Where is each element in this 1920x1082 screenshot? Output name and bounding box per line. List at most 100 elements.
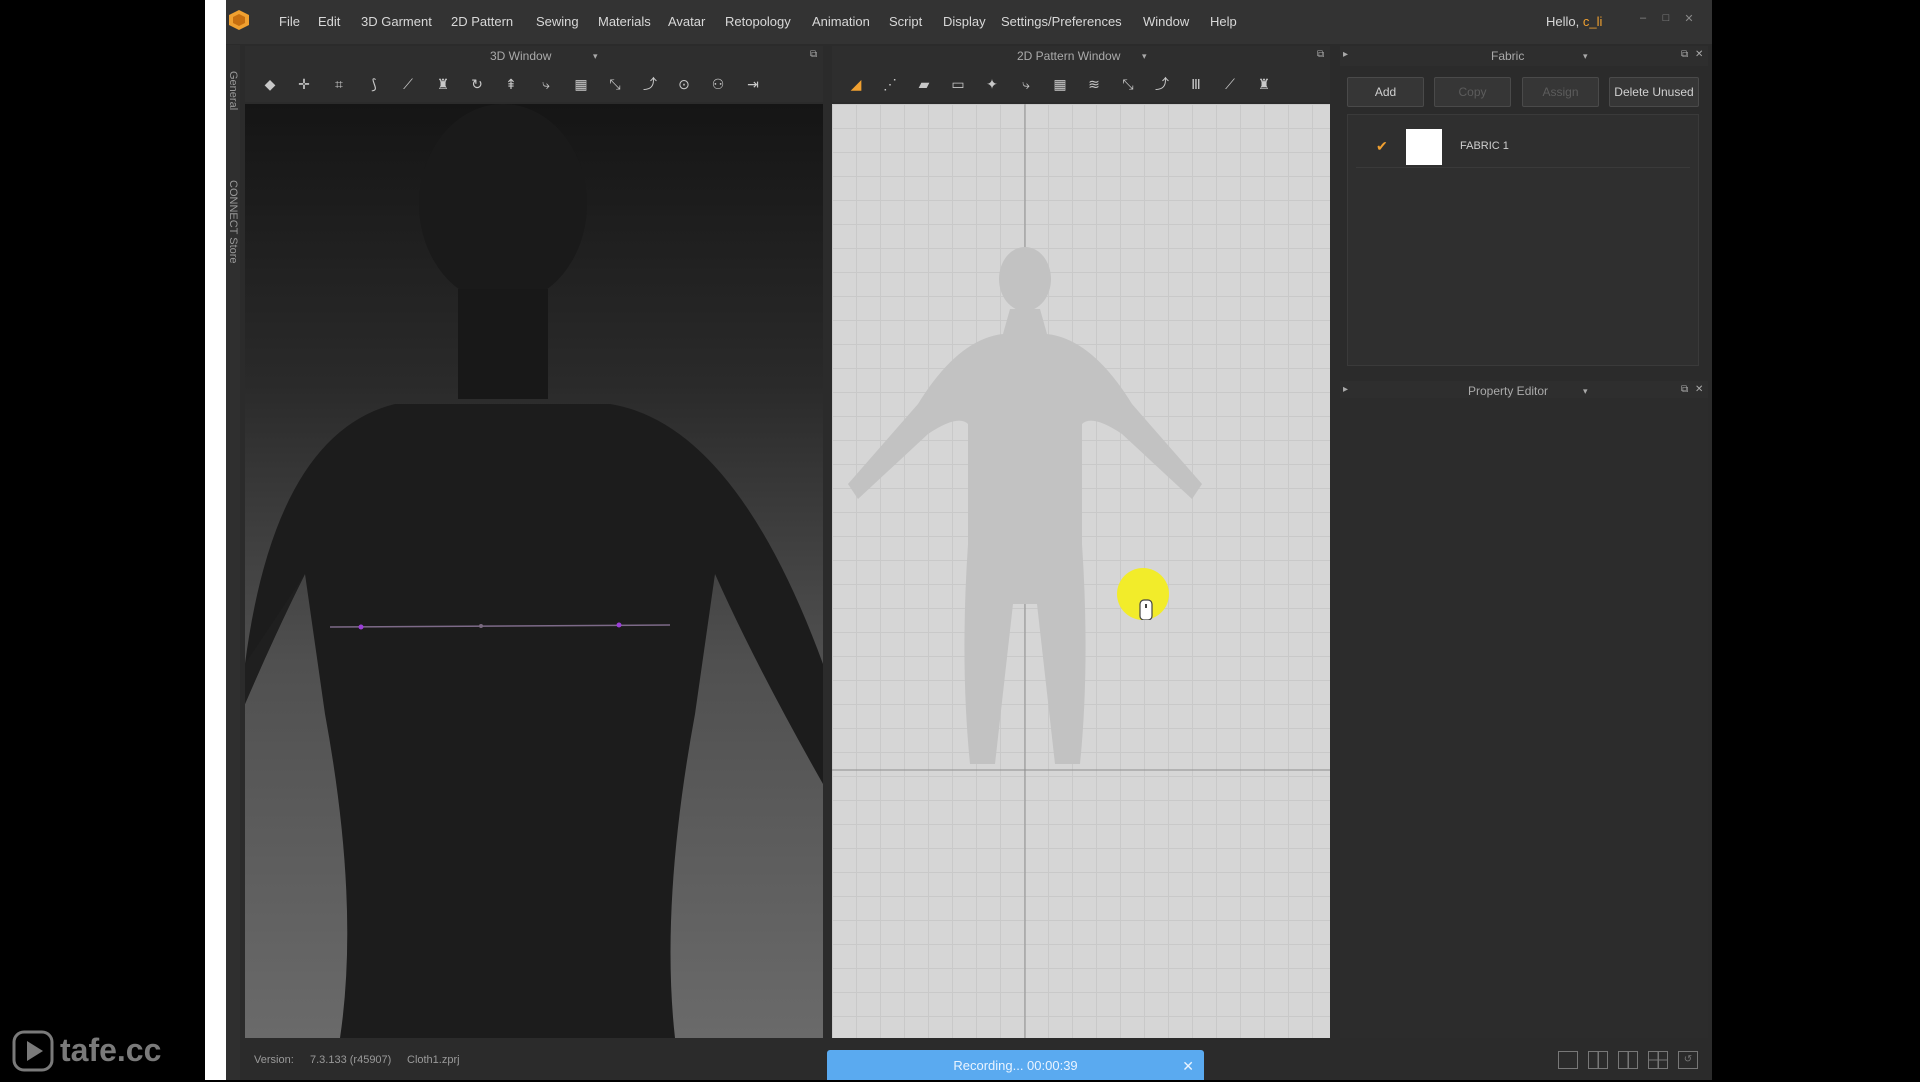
close-recording-icon[interactable]: ✕: [1182, 1050, 1194, 1082]
watermark: tafe.cc: [12, 1030, 202, 1072]
measure-icon[interactable]: ⤴: [639, 73, 661, 95]
select-point-icon[interactable]: ⌗: [328, 73, 350, 95]
edit-line-icon[interactable]: ⟋: [397, 73, 419, 95]
menu-materials[interactable]: Materials: [598, 14, 651, 29]
3d-toolbar: ◆ ✛ ⌗ ⟆ ⟋ ♜ ↻ ⇞ ⤷ ▦ ⤡ ⤴ ⊙ ⚇ ⇥: [245, 66, 823, 102]
rectangle-icon[interactable]: ▭: [947, 73, 969, 95]
close-icon[interactable]: ✕: [1695, 49, 1703, 60]
tack-icon[interactable]: ⇞: [500, 73, 522, 95]
chevron-down-icon[interactable]: ▾: [1583, 51, 1588, 62]
pin-icon[interactable]: ⤡: [604, 73, 626, 95]
menu-avatar[interactable]: Avatar: [668, 14, 705, 29]
fold-arrangement-icon[interactable]: ≋: [1083, 73, 1105, 95]
menu-file[interactable]: File: [279, 14, 300, 29]
app-logo-icon[interactable]: [228, 9, 250, 31]
polygon-icon[interactable]: ▰: [913, 73, 935, 95]
maximize-icon[interactable]: □: [1658, 12, 1674, 26]
property-editor-body: [1340, 398, 1708, 1038]
pin-panel-icon[interactable]: ▸: [1343, 49, 1348, 60]
2d-avatar-silhouette: [832, 104, 1330, 1038]
list-item[interactable]: ✔ FABRIC 1: [1356, 127, 1690, 168]
pleat-icon[interactable]: ⤡: [1117, 73, 1139, 95]
close-icon[interactable]: ✕: [1695, 384, 1703, 395]
layout-single-icon[interactable]: [1558, 1051, 1578, 1069]
connect-store-tab[interactable]: CONNECT Store: [227, 180, 239, 264]
2d-pattern-viewport[interactable]: [832, 104, 1330, 1038]
menu-3d-garment[interactable]: 3D Garment: [361, 14, 432, 29]
property-editor-title: Property Editor: [1468, 384, 1549, 398]
elastic-icon[interactable]: Ⅲ: [1185, 73, 1207, 95]
undock-icon[interactable]: ⧉: [1317, 49, 1324, 60]
garment-icon[interactable]: ♜: [432, 73, 454, 95]
transform-icon[interactable]: ✛: [293, 73, 315, 95]
menu-window[interactable]: Window: [1143, 14, 1189, 29]
undock-icon[interactable]: ⧉: [1681, 49, 1688, 60]
3d-viewport[interactable]: [245, 104, 823, 1038]
fold-icon[interactable]: ⟆: [363, 73, 385, 95]
trace-icon[interactable]: ⟋: [1219, 73, 1241, 95]
greeting-prefix: Hello,: [1546, 14, 1580, 29]
undock-icon[interactable]: ⧉: [810, 49, 817, 60]
delete-unused-button[interactable]: Delete Unused: [1609, 77, 1699, 107]
measure-point[interactable]: [358, 624, 364, 630]
layout-split-icon[interactable]: [1588, 1051, 1608, 1069]
internal-line-icon[interactable]: ✦: [981, 73, 1003, 95]
menu-2d-pattern[interactable]: 2D Pattern: [451, 14, 513, 29]
menu-edit[interactable]: Edit: [318, 14, 340, 29]
chevron-down-icon[interactable]: ▾: [1583, 386, 1588, 397]
2d-window-header: 2D Pattern Window ▾ ⧉: [832, 46, 1330, 66]
fabric-panel-header: ▸ Fabric ▾ ⧉ ✕: [1340, 46, 1708, 66]
watermark-logo-icon: [12, 1030, 54, 1072]
cursor-highlight: [1117, 568, 1169, 620]
texture-icon[interactable]: ⇥: [742, 73, 764, 95]
segment-sewing-icon[interactable]: ⤷: [535, 73, 557, 95]
undock-icon[interactable]: ⧉: [1681, 384, 1688, 395]
measure-icon[interactable]: ⤴: [1151, 73, 1173, 95]
minimize-icon[interactable]: –: [1635, 12, 1651, 26]
transform-pattern-icon[interactable]: ◢: [845, 73, 867, 95]
username[interactable]: c_li: [1583, 14, 1603, 29]
2d-window-title: 2D Pattern Window: [1017, 49, 1121, 63]
copy-fabric-button[interactable]: Copy: [1434, 77, 1511, 107]
chevron-down-icon[interactable]: ▾: [593, 51, 598, 62]
segment-sewing-icon[interactable]: ⤷: [1015, 73, 1037, 95]
rotate-icon[interactable]: ↻: [466, 73, 488, 95]
edit-pattern-icon[interactable]: ⋰: [879, 73, 901, 95]
checkmark-icon[interactable]: ✔: [1376, 138, 1388, 155]
version-value: 7.3.133 (r45907): [310, 1054, 392, 1066]
menu-settings-preferences[interactable]: Settings/Preferences: [1001, 14, 1122, 29]
menu-help[interactable]: Help: [1210, 14, 1237, 29]
avatar-3d-model: [245, 104, 823, 1038]
close-icon[interactable]: ✕: [1681, 12, 1697, 26]
garment-icon[interactable]: ♜: [1253, 73, 1275, 95]
fabric-name: FABRIC 1: [1460, 140, 1509, 152]
menu-display[interactable]: Display: [943, 14, 986, 29]
layout-three-icon[interactable]: [1618, 1051, 1638, 1069]
menu-animation[interactable]: Animation: [812, 14, 870, 29]
free-sewing-icon[interactable]: ▦: [1049, 73, 1071, 95]
menu-script[interactable]: Script: [889, 14, 922, 29]
layout-custom-icon[interactable]: ↺: [1678, 1051, 1698, 1069]
3d-window-title: 3D Window: [490, 49, 552, 63]
select-mesh-icon[interactable]: ◆: [259, 73, 281, 95]
file-name: Cloth1.zprj: [407, 1054, 460, 1066]
assign-fabric-button[interactable]: Assign: [1522, 77, 1599, 107]
measure-point[interactable]: [616, 622, 622, 628]
pin-panel-icon[interactable]: ▸: [1343, 384, 1348, 395]
free-sewing-icon[interactable]: ▦: [570, 73, 592, 95]
2d-toolbar: ◢ ⋰ ▰ ▭ ✦ ⤷ ▦ ≋ ⤡ ⤴ Ⅲ ⟋ ♜: [832, 66, 1330, 102]
fabric-panel-title: Fabric: [1491, 49, 1525, 63]
general-tab[interactable]: General: [227, 71, 239, 110]
user-greeting: Hello, c_li: [1546, 14, 1602, 29]
chevron-down-icon[interactable]: ▾: [1142, 51, 1147, 62]
side-tab-strip: General CONNECT Store: [226, 45, 240, 1080]
measure-point[interactable]: [479, 624, 483, 628]
layout-quad-icon[interactable]: [1648, 1051, 1668, 1069]
add-fabric-button[interactable]: Add: [1347, 77, 1424, 107]
menu-retopology[interactable]: Retopology: [725, 14, 791, 29]
circle-measure-icon[interactable]: ⊙: [673, 73, 695, 95]
menu-sewing[interactable]: Sewing: [536, 14, 579, 29]
avatar-measure-icon[interactable]: ⚇: [707, 73, 729, 95]
menu-bar: File Edit 3D Garment 2D Pattern Sewing M…: [226, 0, 1712, 44]
recording-indicator: Recording... 00:00:39 ✕: [827, 1050, 1204, 1080]
